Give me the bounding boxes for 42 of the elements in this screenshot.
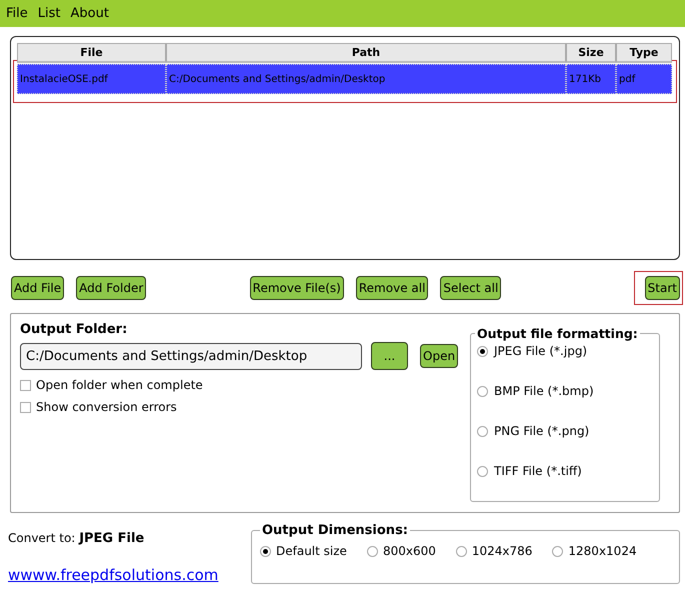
menu-item[interactable]: File (6, 6, 28, 21)
toolbar-button[interactable]: Select all (440, 276, 502, 300)
toolbar-button[interactable]: Remove all (356, 276, 428, 300)
radio-button[interactable] (456, 546, 467, 556)
open-button[interactable]: Open (420, 344, 458, 368)
group-title: Output file formatting: (476, 326, 639, 341)
radio-label: JPEG File (*.jpg) (494, 344, 588, 358)
column-header[interactable]: File (17, 43, 166, 63)
toolbar-button[interactable]: Add File (11, 276, 64, 300)
radio-button[interactable] (260, 546, 271, 556)
radio-label: 800x600 (382, 544, 436, 558)
group-title: Output Dimensions: (261, 523, 410, 538)
folder-field[interactable]: C:/Documents and Settings/admin/Desktop (20, 342, 362, 370)
column-header[interactable]: Path (166, 43, 566, 63)
toolbar-button[interactable]: Remove File(s) (250, 276, 344, 300)
radio-label: 1024x786 (472, 544, 532, 558)
checkbox-label: Show conversion errors (36, 400, 177, 414)
radio-label: TIFF File (*.tiff) (494, 464, 582, 478)
radio-label: Default size (276, 544, 347, 558)
website-link[interactable]: wwww.freepdfsolutions.com (8, 566, 218, 584)
radio-button[interactable] (552, 546, 564, 556)
checkbox[interactable] (20, 402, 31, 412)
convert-label: Convert to: (8, 531, 76, 545)
column-header[interactable]: Size (566, 43, 616, 63)
section-title: Output Folder: (20, 322, 128, 337)
convert-format: JPEG File (79, 531, 144, 546)
menu-item[interactable]: About (70, 6, 109, 21)
radio-label: 1280x1024 (568, 544, 637, 558)
toolbar-button[interactable]: Add Folder (76, 276, 146, 300)
radio-button[interactable] (477, 426, 488, 436)
radio-button[interactable] (477, 386, 488, 396)
radio-label: PNG File (*.png) (494, 424, 590, 438)
menu-item[interactable]: List (38, 6, 60, 21)
browse-button[interactable]: ... (371, 342, 408, 370)
checkbox[interactable] (20, 380, 31, 390)
radio-button[interactable] (477, 466, 488, 476)
radio-label: BMP File (*.bmp) (494, 384, 594, 398)
radio-button[interactable] (366, 546, 378, 556)
column-header[interactable]: Type (616, 43, 672, 63)
checkbox-label: Open folder when complete (36, 378, 203, 392)
toolbar-button[interactable]: Start (644, 276, 680, 300)
radio-button[interactable] (477, 346, 488, 356)
